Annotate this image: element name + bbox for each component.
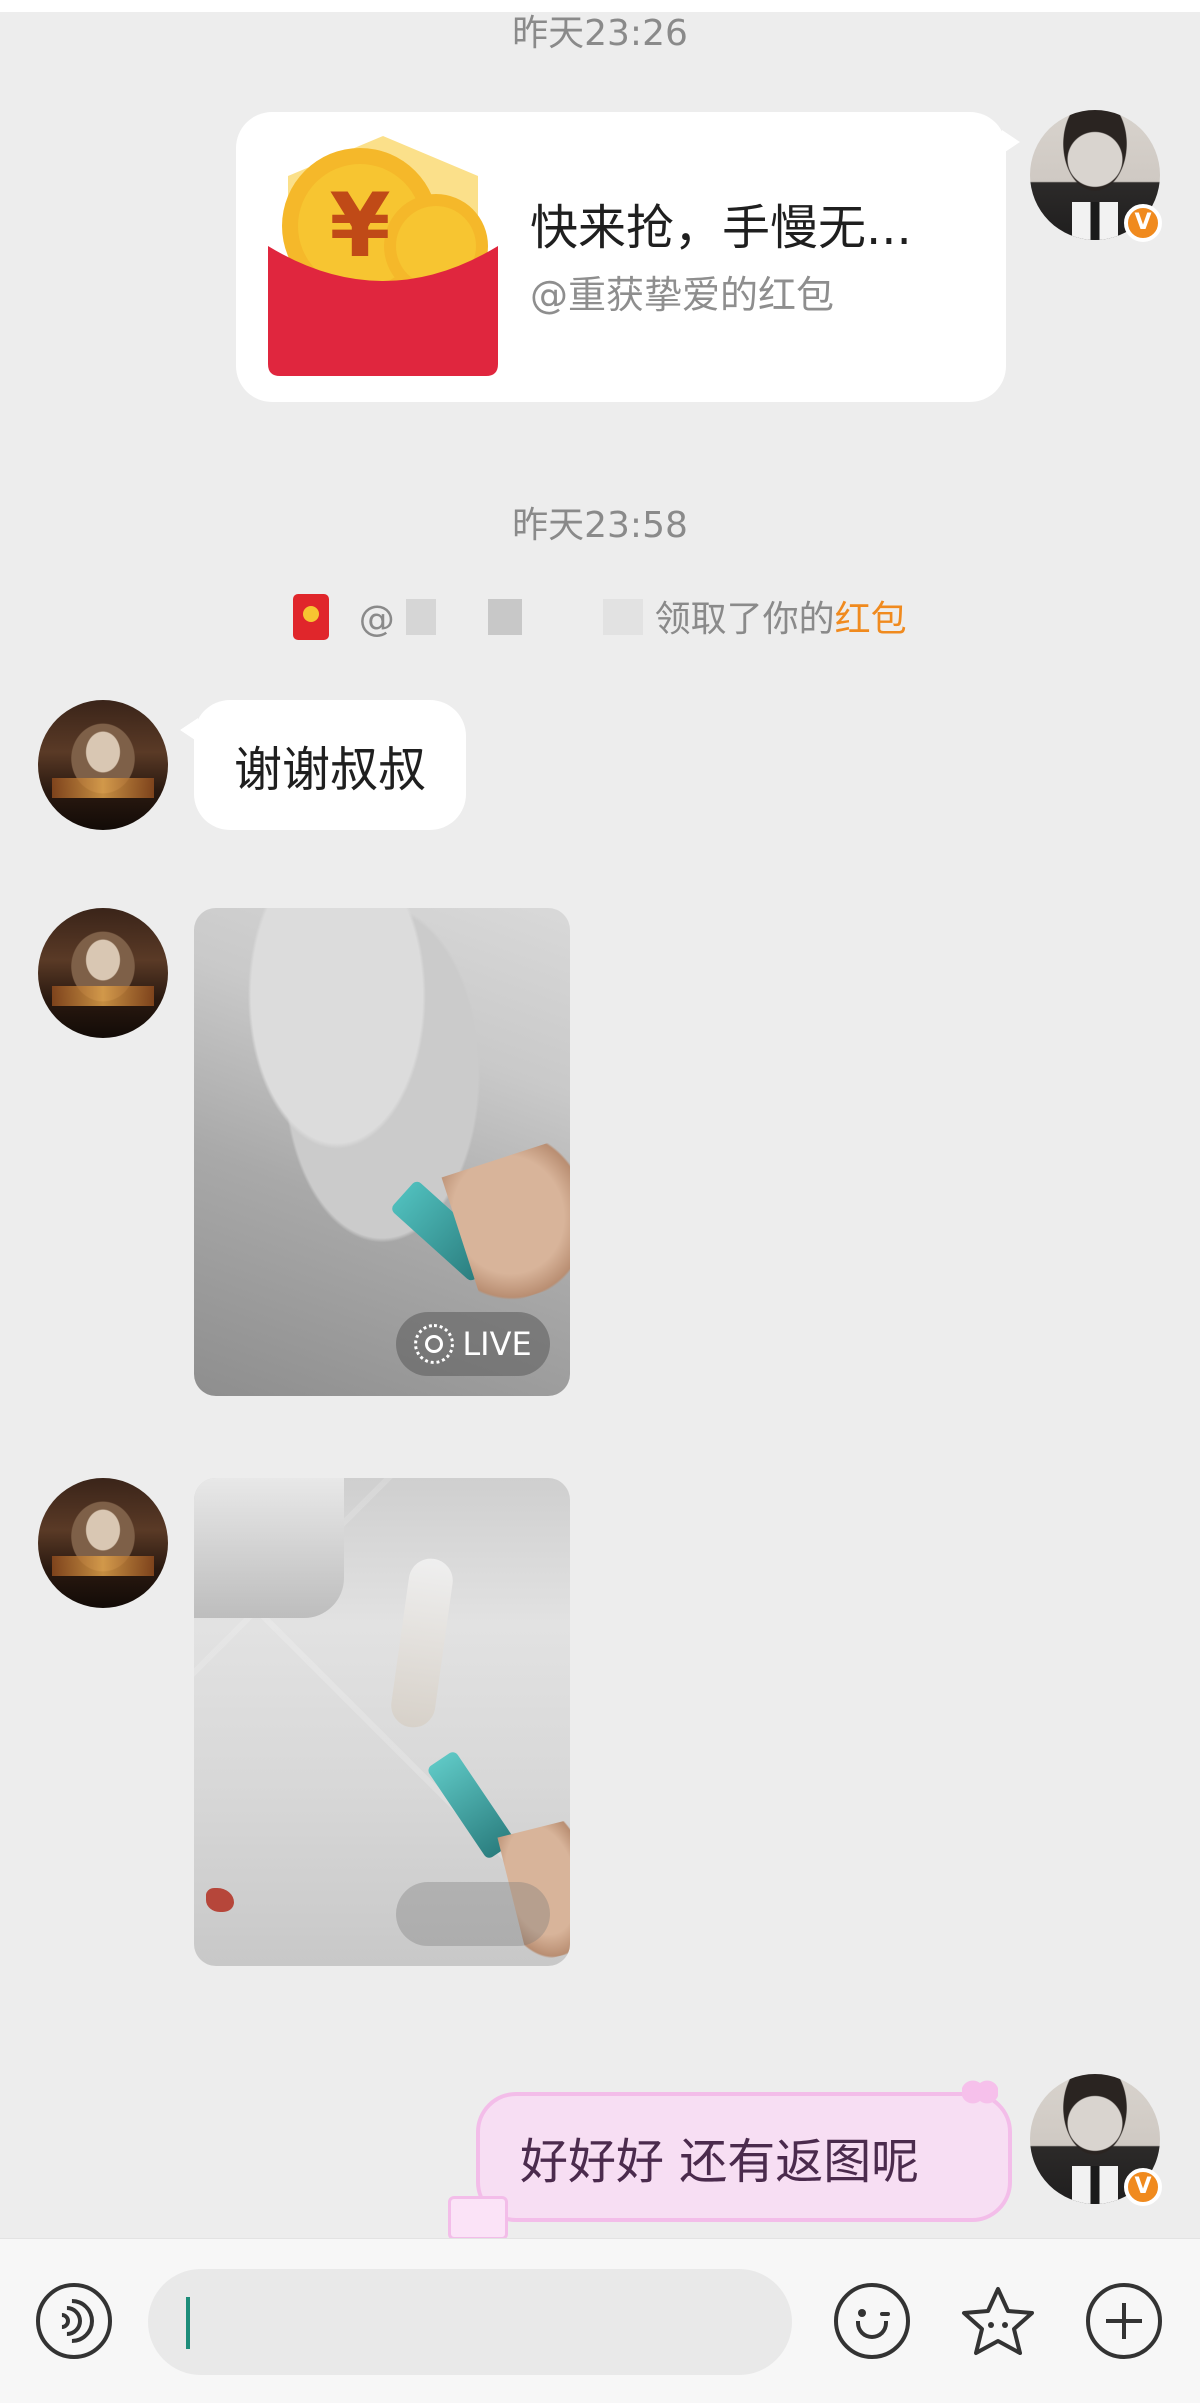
mini-red-packet-icon	[293, 594, 330, 640]
redacted-name-block	[487, 599, 522, 635]
message-thanks[interactable]: 谢谢叔叔	[179, 700, 467, 830]
red-packet-icon: ¥	[268, 136, 498, 376]
friend-avatar-image	[38, 700, 168, 830]
friend-avatar-image	[38, 1478, 168, 1608]
envelope-decoration-icon	[448, 2196, 508, 2240]
live-photo-badge[interactable]: LIVE	[396, 1312, 550, 1376]
message-text: 谢谢叔叔	[234, 742, 427, 798]
notice-at-sign: @	[358, 599, 395, 640]
message-input[interactable]	[148, 2269, 792, 2375]
friend-avatar[interactable]	[38, 1478, 168, 1608]
hand-image	[441, 1137, 570, 1311]
friend-avatar[interactable]	[38, 700, 168, 830]
redacted-name-block	[406, 599, 437, 635]
message-reply[interactable]: 好好好 还有返图呢	[448, 2080, 1012, 2240]
sticker-icon[interactable]	[958, 2283, 1038, 2363]
red-packet-message[interactable]: ¥ 快来抢，手慢无... @重获挚爱的红包	[236, 112, 1020, 402]
redacted-name-block	[603, 599, 644, 635]
photo-message[interactable]	[194, 1478, 570, 1966]
plus-icon[interactable]	[1086, 2283, 1162, 2359]
text-caret	[186, 2297, 190, 2349]
red-packet-title: 快来抢，手慢无...	[530, 200, 912, 256]
live-label: LIVE	[462, 1325, 532, 1363]
floor-item-image	[206, 1888, 234, 1912]
friend-avatar-image	[38, 908, 168, 1038]
friend-avatar[interactable]	[38, 908, 168, 1038]
timestamp-first: 昨天23:26	[512, 13, 688, 54]
my-avatar[interactable]: V	[1030, 2074, 1162, 2206]
red-packet-claim-notice: @ 领取了你的红包	[0, 594, 1200, 644]
my-avatar[interactable]: V	[1030, 110, 1162, 242]
notice-red-packet-link[interactable]: 红包	[835, 599, 907, 640]
input-bar	[0, 2238, 1200, 2403]
verified-badge-icon: V	[1124, 2168, 1162, 2206]
live-photo-message[interactable]: LIVE	[194, 908, 570, 1396]
svg-text:¥: ¥	[329, 174, 390, 277]
live-icon	[414, 1324, 455, 1364]
cat-image	[388, 1555, 456, 1731]
emoji-icon[interactable]	[834, 2283, 910, 2359]
top-divider	[0, 0, 1200, 12]
notice-text: 领取了你的	[654, 599, 835, 640]
verified-badge-icon: V	[1124, 204, 1162, 242]
voice-icon[interactable]	[36, 2283, 112, 2359]
sofa-image	[194, 1478, 344, 1618]
photo-badge[interactable]	[396, 1882, 550, 1946]
timestamp-second: 昨天23:58	[512, 505, 688, 546]
message-text: 好好好 还有返图呢	[520, 2134, 920, 2190]
red-packet-sender: @重获挚爱的红包	[530, 273, 835, 317]
